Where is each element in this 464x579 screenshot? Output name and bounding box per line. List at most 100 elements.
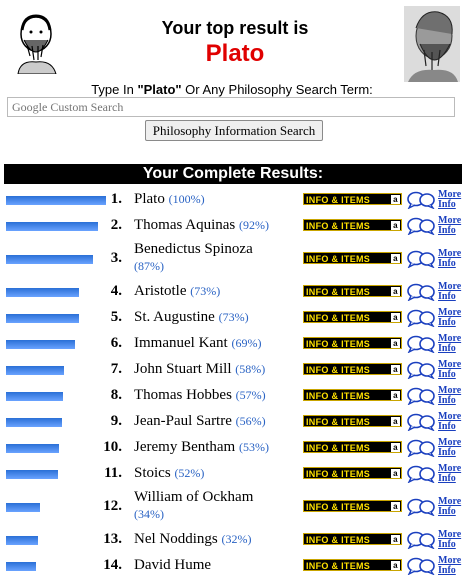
more-info-link-line2[interactable]: Info <box>438 507 464 517</box>
more-info-link-line2[interactable]: Info <box>438 370 464 380</box>
result-rank: 13. <box>103 531 122 547</box>
result-name[interactable]: Aristotle (73%) <box>134 283 302 300</box>
result-name[interactable]: Jeremy Bentham (53%) <box>134 439 302 456</box>
result-rank: 10. <box>103 439 122 455</box>
result-name[interactable]: Stoics (52%) <box>134 465 302 482</box>
result-name-text[interactable]: Thomas Hobbes <box>134 387 232 403</box>
result-name-text[interactable]: Plato <box>134 191 165 207</box>
result-name[interactable]: St. Augustine (73%) <box>134 309 302 326</box>
result-row: 13. Nel Noddings (32%) INFO & ITEMS a More In… <box>0 527 464 553</box>
info-items-button[interactable]: INFO & ITEMS a <box>303 415 402 427</box>
info-items-button[interactable]: INFO & ITEMS a <box>303 285 402 297</box>
info-items-button[interactable]: INFO & ITEMS a <box>303 363 402 375</box>
more-info-link-line2[interactable]: Info <box>438 448 464 458</box>
result-name[interactable]: David Hume <box>134 557 302 574</box>
discussion-bubbles-icon[interactable] <box>407 250 435 268</box>
result-name-text[interactable]: Aristotle <box>134 283 187 299</box>
result-name-text[interactable]: David Hume <box>134 557 211 573</box>
info-items-button[interactable]: INFO & ITEMS a <box>303 533 402 545</box>
discussion-bubbles-icon[interactable] <box>407 557 435 575</box>
result-name-text[interactable]: Jean-Paul Sartre <box>134 413 232 429</box>
discussion-bubbles-icon[interactable] <box>407 217 435 235</box>
more-info-link-line2[interactable]: Info <box>438 226 464 236</box>
discussion-bubbles-icon[interactable] <box>407 191 435 209</box>
more-info-link-line1[interactable]: More <box>438 556 464 566</box>
result-name[interactable]: Nel Noddings (32%) <box>134 531 302 548</box>
more-info-link[interactable]: More Info <box>438 334 464 354</box>
info-items-button[interactable]: INFO & ITEMS a <box>303 311 402 323</box>
amazon-icon: a <box>391 365 400 374</box>
result-name[interactable]: Thomas Hobbes (57%) <box>134 387 302 404</box>
more-info-link[interactable]: More Info <box>438 497 464 517</box>
result-score-bar <box>6 562 36 571</box>
result-name[interactable]: William of Ockham (34%) <box>134 489 302 523</box>
result-name-text[interactable]: Jeremy Bentham <box>134 439 235 455</box>
result-percent: (73%) <box>218 310 249 324</box>
more-info-link[interactable]: More Info <box>438 190 464 210</box>
result-name-text[interactable]: Stoics <box>134 465 171 481</box>
result-name-text[interactable]: William of Ockham <box>134 489 253 505</box>
info-items-button[interactable]: INFO & ITEMS a <box>303 500 402 512</box>
discussion-bubbles-icon[interactable] <box>407 465 435 483</box>
result-name-text[interactable]: Immanuel Kant <box>134 335 228 351</box>
more-info-link[interactable]: More Info <box>438 438 464 458</box>
info-items-button[interactable]: INFO & ITEMS a <box>303 337 402 349</box>
info-items-button[interactable]: INFO & ITEMS a <box>303 252 402 264</box>
more-info-link-line2[interactable]: Info <box>438 292 464 302</box>
info-items-button[interactable]: INFO & ITEMS a <box>303 219 402 231</box>
discussion-bubbles-icon[interactable] <box>407 387 435 405</box>
more-info-link-line2[interactable]: Info <box>438 200 464 210</box>
result-name-text[interactable]: Benedictus Spinoza <box>134 241 253 257</box>
more-info-link-line2[interactable]: Info <box>438 318 464 328</box>
result-score-bar <box>6 340 75 349</box>
discussion-bubbles-icon[interactable] <box>407 335 435 353</box>
result-name[interactable]: John Stuart Mill (58%) <box>134 361 302 378</box>
search-input[interactable] <box>7 97 455 117</box>
result-name[interactable]: Immanuel Kant (69%) <box>134 335 302 352</box>
discussion-bubbles-icon[interactable] <box>407 439 435 457</box>
discussion-bubbles-icon[interactable] <box>407 498 435 516</box>
more-info-link-line2[interactable]: Info <box>438 540 464 550</box>
discussion-bubbles-icon[interactable] <box>407 309 435 327</box>
more-info-link[interactable]: More Info <box>438 308 464 328</box>
info-items-button[interactable]: INFO & ITEMS a <box>303 193 402 205</box>
more-info-link-line2[interactable]: Info <box>438 474 464 484</box>
discussion-bubbles-icon[interactable] <box>407 283 435 301</box>
result-score-bar <box>6 255 93 264</box>
info-items-button[interactable]: INFO & ITEMS a <box>303 389 402 401</box>
result-name-text[interactable]: Thomas Aquinas <box>134 217 235 233</box>
info-items-button[interactable]: INFO & ITEMS a <box>303 559 402 571</box>
result-name[interactable]: Benedictus Spinoza (87%) <box>134 241 302 275</box>
search-button[interactable]: Philosophy Information Search <box>145 120 323 141</box>
more-info-link-line2[interactable]: Info <box>438 259 464 269</box>
result-name[interactable]: Jean-Paul Sartre (56%) <box>134 413 302 430</box>
more-info-link[interactable]: More Info <box>438 216 464 236</box>
more-info-link[interactable]: More Info <box>438 530 464 550</box>
results-header: Your Complete Results: <box>4 164 462 184</box>
more-info-link-line2[interactable]: Info <box>438 422 464 432</box>
more-info-link[interactable]: More Info <box>438 386 464 406</box>
plato-bust-right-image <box>404 6 460 82</box>
discussion-bubbles-icon[interactable] <box>407 413 435 431</box>
more-info-link[interactable]: More Info <box>438 249 464 269</box>
result-rank: 4. <box>110 283 122 299</box>
result-name-text[interactable]: Nel Noddings <box>134 531 218 547</box>
result-name-text[interactable]: John Stuart Mill <box>134 361 232 377</box>
result-name-text[interactable]: St. Augustine <box>134 309 215 325</box>
info-items-button[interactable]: INFO & ITEMS a <box>303 441 402 453</box>
discussion-bubbles-icon[interactable] <box>407 531 435 549</box>
result-name[interactable]: Thomas Aquinas (92%) <box>134 217 302 234</box>
more-info-link-line2[interactable]: Info <box>438 344 464 354</box>
result-name[interactable]: Plato (100%) <box>134 191 302 208</box>
more-info-link[interactable]: More Info <box>438 556 464 576</box>
result-percent: (57%) <box>235 388 266 402</box>
more-info-link-line2[interactable]: Info <box>438 396 464 406</box>
more-info-link[interactable]: More Info <box>438 464 464 484</box>
more-info-link[interactable]: More Info <box>438 282 464 302</box>
info-items-button[interactable]: INFO & ITEMS a <box>303 467 402 479</box>
more-info-link-line2[interactable]: Info <box>438 566 464 576</box>
more-info-link[interactable]: More Info <box>438 412 464 432</box>
discussion-bubbles-icon[interactable] <box>407 361 435 379</box>
more-info-link[interactable]: More Info <box>438 360 464 380</box>
search-prompt: Type In "Plato" Or Any Philosophy Search… <box>0 82 464 97</box>
